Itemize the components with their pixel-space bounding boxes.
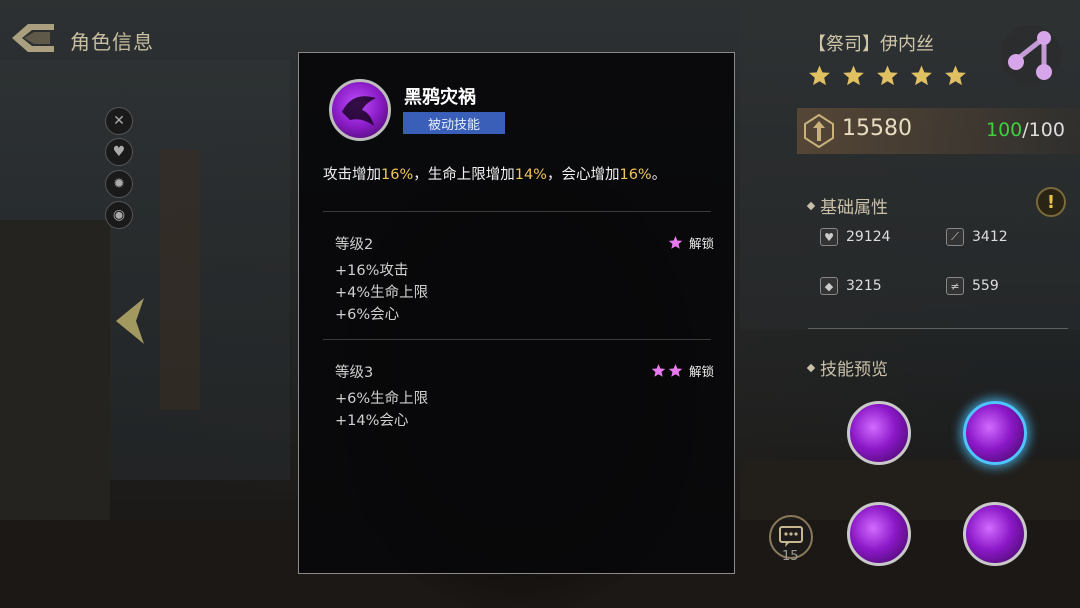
skill-preview-heading: 技能预览 xyxy=(806,355,888,380)
character-name: 【祭司】伊内丝 xyxy=(808,34,934,55)
stamina-current: 100 xyxy=(986,119,1023,141)
unlock-stars xyxy=(668,235,683,250)
skill-slot-3[interactable] xyxy=(847,502,911,566)
desc-value: 16% xyxy=(619,167,652,183)
level-bonus-line: +4%生命上限 xyxy=(335,285,429,301)
desc-value: 14% xyxy=(514,167,547,183)
back-arrow-icon[interactable] xyxy=(10,22,56,54)
desc-text: ，会心增加 xyxy=(546,167,620,183)
unlock-stars xyxy=(651,363,683,378)
sword-icon: ⟋ xyxy=(946,228,964,246)
star-icon xyxy=(911,65,932,86)
filter-eye-icon[interactable]: ◉ xyxy=(105,201,133,229)
stat-defense: ◆ 3215 xyxy=(820,277,882,295)
level-title: 等级3 xyxy=(335,365,374,381)
star-icon xyxy=(651,363,666,377)
prev-character-arrow-icon[interactable] xyxy=(112,296,148,346)
star-icon xyxy=(843,65,864,86)
skill-preview-label: 技能预览 xyxy=(820,360,888,380)
level-bonus-line: +16%攻击 xyxy=(335,263,409,279)
level-divider xyxy=(323,211,711,212)
share-icon[interactable] xyxy=(1000,24,1062,86)
skill-slot-4[interactable] xyxy=(963,502,1027,566)
level-bonus-line: +6%会心 xyxy=(335,307,400,323)
stat-hp: ♥ 29124 xyxy=(820,228,891,246)
desc-text: 。 xyxy=(651,167,667,183)
stat-value: 3215 xyxy=(846,278,882,294)
star-icon xyxy=(668,363,683,377)
level-bonus-line: +14%会心 xyxy=(335,413,409,429)
skill-description: 攻击增加16%，生命上限增加14%，会心增加16%。 xyxy=(323,163,666,184)
unlock-label: 解锁 xyxy=(688,236,714,251)
filter-heart-icon[interactable]: ♥ xyxy=(105,138,133,166)
skill-slot-1[interactable] xyxy=(847,401,911,465)
stat-value: 29124 xyxy=(846,229,891,245)
filter-fire-icon[interactable]: ✹ xyxy=(105,170,133,198)
page-title: 角色信息 xyxy=(70,30,154,54)
unlock-label: 解锁 xyxy=(688,364,714,379)
heart-icon: ♥ xyxy=(820,228,838,246)
diamond-bullet-icon xyxy=(806,201,816,210)
star-icon xyxy=(809,65,830,86)
crow-skill-icon xyxy=(329,79,391,141)
star-icon xyxy=(945,65,966,86)
stamina-counter: 100/100 xyxy=(986,119,1065,141)
stat-value: 3412 xyxy=(972,229,1008,245)
basic-attributes-heading: 基础属性 xyxy=(806,193,888,218)
combat-power-value: 15580 xyxy=(842,116,912,141)
level-divider xyxy=(323,339,711,340)
skill-slot-2-selected[interactable] xyxy=(963,401,1027,465)
desc-value: 16% xyxy=(381,167,414,183)
star-icon xyxy=(668,235,683,249)
level-bonus-line: +6%生命上限 xyxy=(335,391,429,407)
level-unlock-status: 解锁 xyxy=(668,233,714,252)
level-unlock-status: 解锁 xyxy=(651,361,714,380)
shield-icon: ◆ xyxy=(820,277,838,295)
combat-power-icon xyxy=(804,114,834,148)
star-icon xyxy=(877,65,898,86)
speed-icon: ≠ xyxy=(946,277,964,295)
character-star-rating xyxy=(808,64,967,87)
level-title: 等级2 xyxy=(335,237,374,253)
stat-attack: ⟋ 3412 xyxy=(946,228,1008,246)
chat-count: 15 xyxy=(782,549,799,564)
attributes-divider xyxy=(808,328,1068,329)
skill-type-tag: 被动技能 xyxy=(403,112,505,134)
stat-value: 559 xyxy=(972,278,999,294)
skill-detail-popup: 黑鸦灾祸 被动技能 攻击增加16%，生命上限增加14%，会心增加16%。 等级2… xyxy=(298,52,735,574)
desc-text: ，生命上限增加 xyxy=(413,167,515,183)
filter-attack-icon[interactable]: ✕ xyxy=(105,107,133,135)
skill-name: 黑鸦灾祸 xyxy=(404,87,476,108)
diamond-bullet-icon xyxy=(806,363,816,372)
desc-text: 攻击增加 xyxy=(323,167,381,183)
basic-attributes-label: 基础属性 xyxy=(820,198,888,218)
info-alert-icon[interactable]: ! xyxy=(1036,187,1066,217)
stat-speed: ≠ 559 xyxy=(946,277,999,295)
stamina-max: /100 xyxy=(1022,119,1065,141)
